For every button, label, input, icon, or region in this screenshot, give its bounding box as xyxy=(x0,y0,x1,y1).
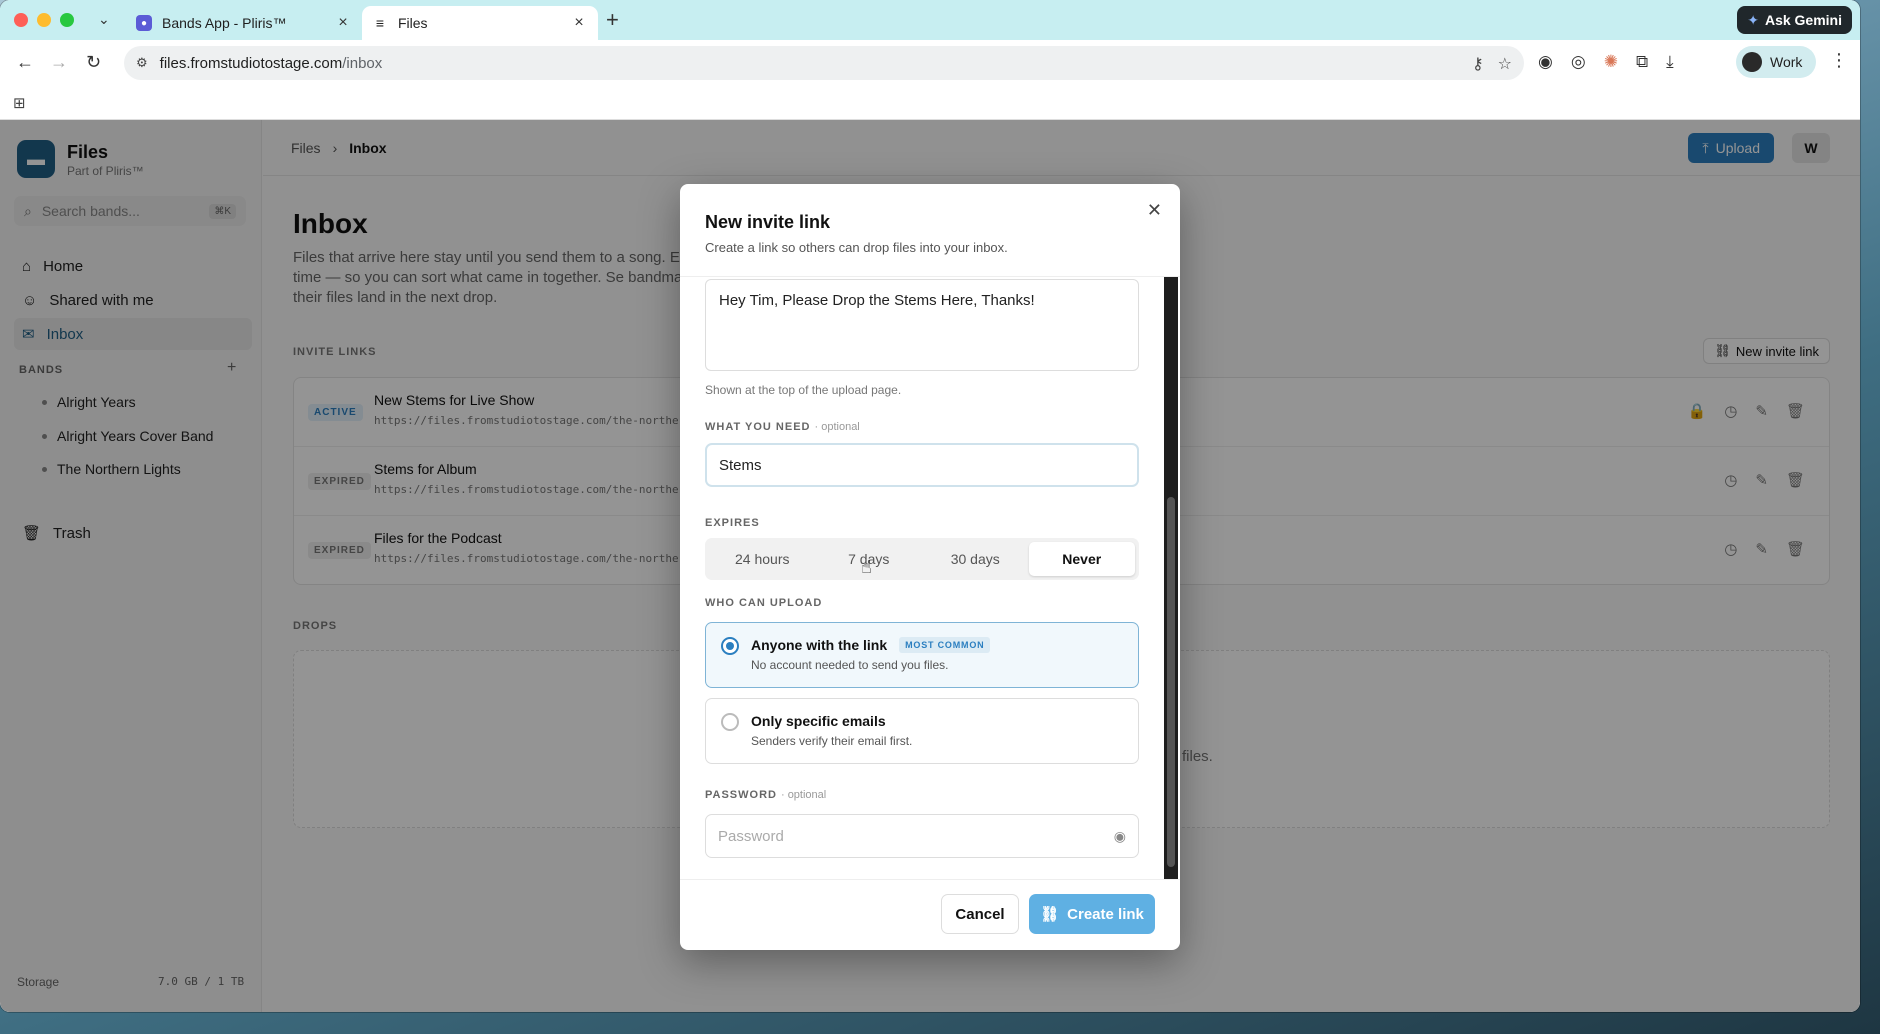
radio-unselected[interactable] xyxy=(721,713,739,731)
close-tab-icon[interactable]: × xyxy=(570,14,588,32)
back-arrow-icon[interactable]: ← xyxy=(16,52,34,73)
extensions-puzzle-icon[interactable]: ⧉ xyxy=(1636,52,1648,72)
address-bar[interactable]: ⚙ files.fromstudiotostage.com/inbox ⚷ ☆ xyxy=(124,46,1524,80)
who-can-upload-label: WHO CAN UPLOAD xyxy=(705,597,823,609)
dialog-title: New invite link xyxy=(705,212,831,232)
close-icon[interactable]: ✕ xyxy=(1147,200,1162,221)
tab-files[interactable]: ≡ Files × xyxy=(362,6,598,40)
what-you-need-label: WHAT YOU NEED · optional xyxy=(705,421,860,433)
reload-icon[interactable]: ↻ xyxy=(86,52,101,73)
tab-search-chevron-icon[interactable]: ⌄ xyxy=(98,11,110,28)
option-description: Senders verify their email first. xyxy=(751,734,913,748)
site-info-icon[interactable]: ⚙ xyxy=(136,55,148,71)
maximize-window-button[interactable] xyxy=(60,13,74,27)
tab-title: Files xyxy=(398,15,428,31)
new-tab-button[interactable]: + xyxy=(606,7,619,33)
option-description: No account needed to send you files. xyxy=(751,658,949,672)
hand-cursor-icon: ☝ xyxy=(861,557,872,577)
bookmark-star-icon[interactable]: ☆ xyxy=(1498,54,1512,74)
password-key-icon[interactable]: ⚷ xyxy=(1472,54,1484,74)
profile-label: Work xyxy=(1770,54,1803,70)
what-you-need-input[interactable]: Stems xyxy=(705,443,1139,487)
tab-bands-app[interactable]: ● Bands App - Pliris™ × xyxy=(126,6,362,40)
expires-label: EXPIRES xyxy=(705,517,760,529)
apps-grid-icon[interactable]: ⊞ xyxy=(13,94,26,112)
expires-option-never[interactable]: Never xyxy=(1028,542,1135,576)
field-label-text: PASSWORD xyxy=(705,789,777,801)
minimize-window-button[interactable] xyxy=(37,13,51,27)
link-icon: ⛓ xyxy=(1040,906,1060,923)
create-link-label: Create link xyxy=(1067,905,1144,923)
expires-segmented-control: 24 hours 7 days 30 days Never xyxy=(705,538,1139,580)
gemini-sparkle-icon: ✦ xyxy=(1747,11,1759,28)
password-input[interactable]: Password ◉ xyxy=(705,814,1139,858)
close-tab-icon[interactable]: × xyxy=(334,14,352,32)
ask-gemini-label: Ask Gemini xyxy=(1764,12,1842,28)
new-invite-link-dialog: New invite link Create a link so others … xyxy=(680,184,1180,950)
radio-selected[interactable] xyxy=(721,637,739,655)
password-placeholder: Password xyxy=(718,827,784,845)
most-common-badge: MOST COMMON xyxy=(899,637,991,653)
message-textarea[interactable]: Hey Tim, Please Drop the Stems Here, Tha… xyxy=(705,279,1139,371)
cancel-button[interactable]: Cancel xyxy=(941,894,1019,934)
password-label: PASSWORD · optional xyxy=(705,789,826,801)
only-specific-emails-option[interactable]: Only specific emails Senders verify thei… xyxy=(705,698,1139,764)
browser-toolbar: ← → ↻ ⚙ files.fromstudiotostage.com/inbo… xyxy=(0,40,1860,86)
message-hint: Shown at the top of the upload page. xyxy=(705,383,902,397)
optional-tag: · optional xyxy=(780,789,827,801)
url-host: files.fromstudiotostage.com xyxy=(159,54,343,72)
forward-arrow-icon[interactable]: → xyxy=(50,52,68,73)
url-path: /inbox xyxy=(342,54,383,72)
expires-option-24h[interactable]: 24 hours xyxy=(709,542,816,576)
scrollbar-thumb[interactable] xyxy=(1167,497,1175,867)
tab-strip: ⌄ ● Bands App - Pliris™ × ≡ Files × + ✦ … xyxy=(0,0,1860,40)
profile-button[interactable]: Work xyxy=(1736,46,1817,78)
option-title: Anyone with the link xyxy=(751,637,888,653)
anyone-with-link-option[interactable]: Anyone with the link MOST COMMON No acco… xyxy=(705,622,1139,688)
profile-avatar xyxy=(1742,52,1762,72)
browser-menu-icon[interactable]: ⋮ xyxy=(1830,50,1848,71)
field-label-text: WHAT YOU NEED xyxy=(705,421,811,433)
create-link-button[interactable]: ⛓ Create link xyxy=(1029,894,1155,934)
ask-gemini-button[interactable]: ✦ Ask Gemini xyxy=(1737,6,1852,34)
expires-option-30d[interactable]: 30 days xyxy=(922,542,1029,576)
eye-icon[interactable]: ◉ xyxy=(1114,828,1126,845)
extension-claude-icon[interactable]: ✺ xyxy=(1604,52,1618,72)
dialog-scrollbar[interactable] xyxy=(1164,277,1178,879)
option-title: Only specific emails xyxy=(751,713,886,729)
optional-tag: · optional xyxy=(814,421,860,433)
bands-app-favicon-icon: ● xyxy=(136,15,152,31)
bookmarks-bar: ⊞ xyxy=(0,86,1860,120)
downloads-icon[interactable]: ⤓ xyxy=(1666,52,1674,72)
browser-window: ⌄ ● Bands App - Pliris™ × ≡ Files × + ✦ … xyxy=(0,0,1860,1012)
tab-title: Bands App - Pliris™ xyxy=(162,15,287,31)
camera-icon[interactable]: ◎ xyxy=(1571,52,1586,72)
extension-1password-icon[interactable]: ◉ xyxy=(1538,52,1553,72)
close-window-button[interactable] xyxy=(14,13,28,27)
dialog-subtitle: Create a link so others can drop files i… xyxy=(705,240,1008,255)
dialog-body: Hey Tim, Please Drop the Stems Here, Tha… xyxy=(680,276,1180,880)
files-favicon-icon: ≡ xyxy=(375,15,385,31)
